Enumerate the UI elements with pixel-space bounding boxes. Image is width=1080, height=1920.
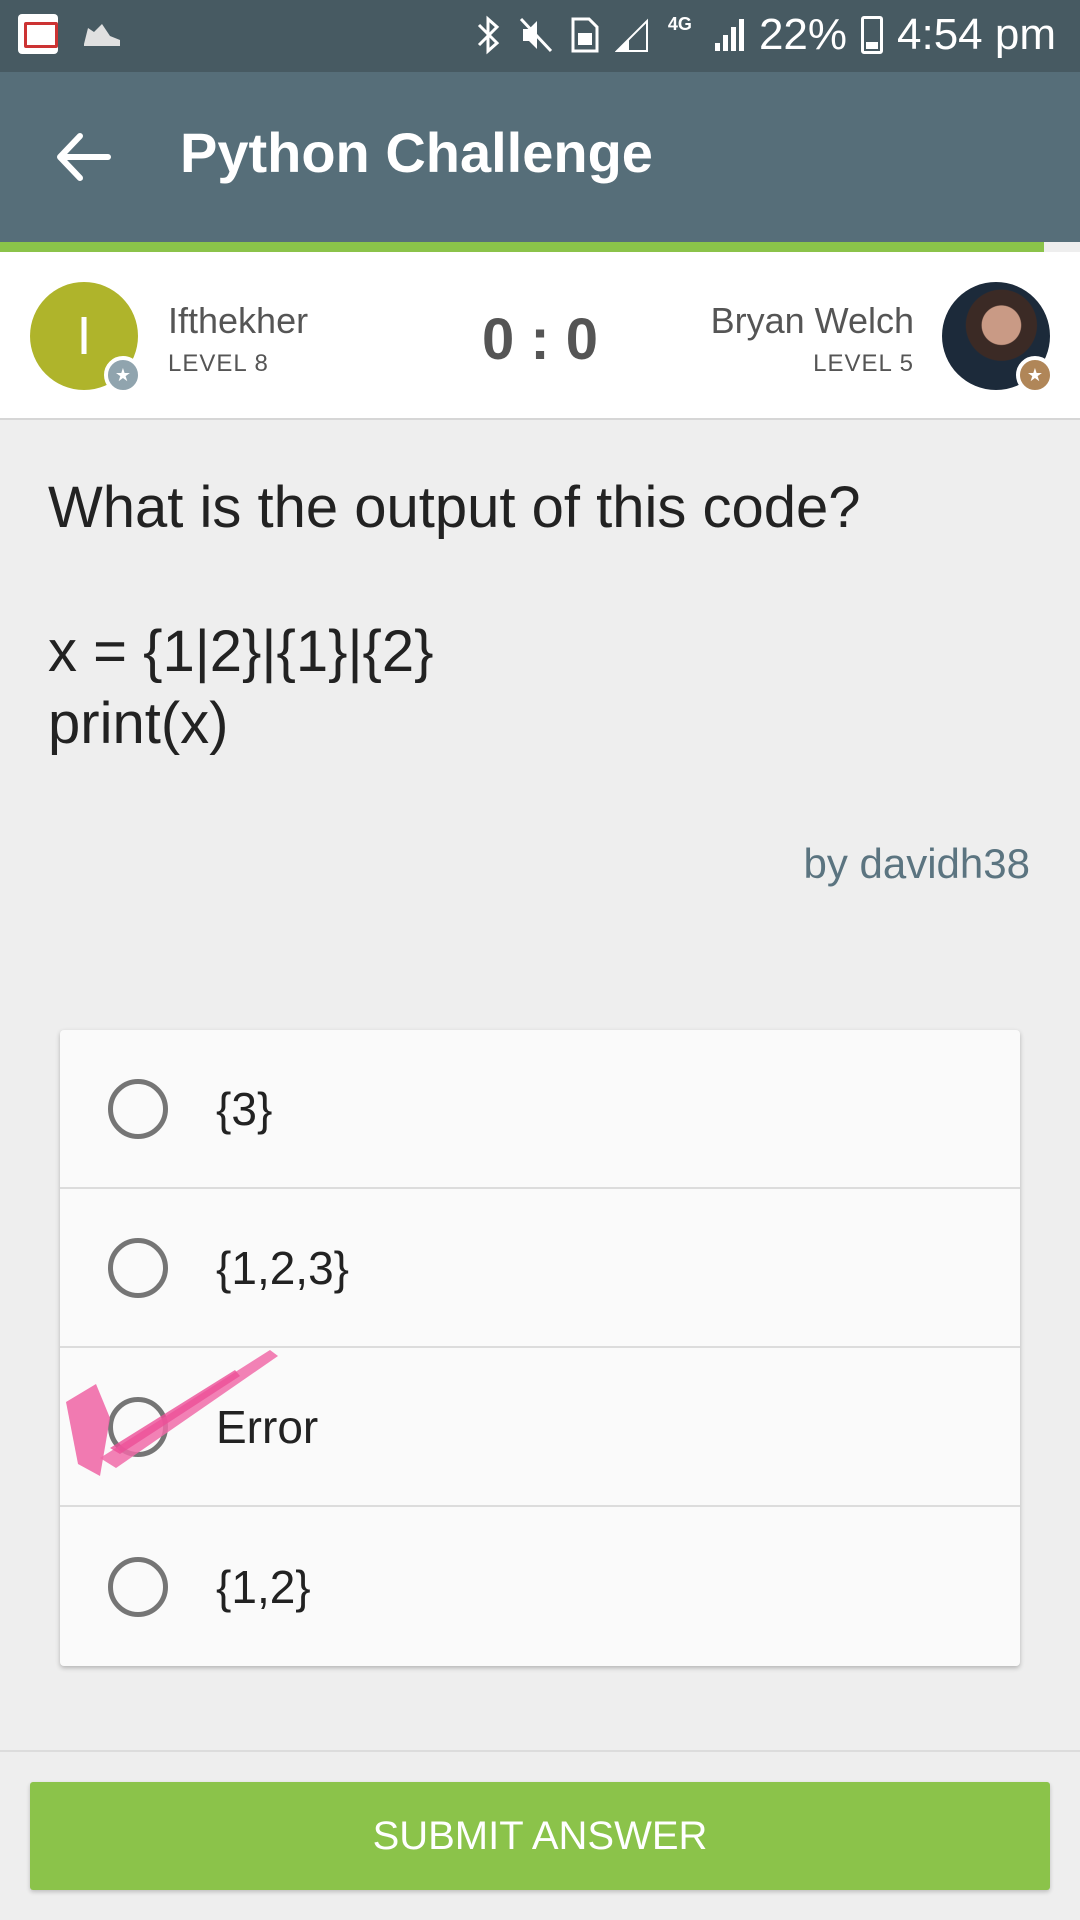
question-text: What is the output of this code? x = {1|… <box>48 475 861 756</box>
star-badge-icon: ★ <box>1016 356 1054 394</box>
status-time: 4:54 pm <box>897 10 1056 59</box>
sim-icon <box>567 15 601 55</box>
players-panel: I ★ Ifthekher LEVEL 8 0 : 0 Bryan Welch … <box>0 252 1080 420</box>
score: 0 : 0 <box>481 307 599 372</box>
option-label: {1,2} <box>216 1560 311 1613</box>
back-button[interactable] <box>48 122 118 192</box>
option-label: {1,2,3} <box>216 1241 350 1294</box>
battery-percent: 22% <box>758 10 848 59</box>
option-item[interactable]: {3} <box>60 1030 1020 1189</box>
radio-button[interactable] <box>108 1556 168 1617</box>
radio-button[interactable] <box>108 1237 168 1298</box>
status-bar: 4G 22% 4:54 pm <box>0 0 1080 72</box>
signal-icon <box>711 15 745 55</box>
mute-icon <box>519 15 553 55</box>
battery-icon <box>861 16 884 54</box>
radio-button[interactable] <box>108 1078 168 1139</box>
player-right-avatar[interactable]: ★ <box>942 282 1054 394</box>
option-item[interactable]: {1,2,3} <box>60 1189 1020 1348</box>
progress-bar <box>0 242 1044 252</box>
arrow-left-icon <box>57 133 111 181</box>
option-item[interactable]: {1,2} <box>60 1507 1020 1666</box>
submit-answer-button[interactable]: SUBMIT ANSWER <box>30 1782 1050 1890</box>
4g-icon: 4G <box>667 14 692 34</box>
question-author: by davidh38 <box>803 840 1030 887</box>
app-bar: Python Challenge <box>0 72 1080 242</box>
player-right-level: LEVEL 5 <box>813 350 914 377</box>
player-right-name: Bryan Welch <box>710 300 914 341</box>
bluetooth-icon <box>471 15 505 55</box>
signal-icon <box>614 15 649 55</box>
option-label: Error <box>216 1400 319 1453</box>
radio-button[interactable] <box>108 1396 168 1457</box>
answer-options: {3} {1,2,3} Error {1,2} <box>60 1030 1020 1666</box>
page-title: Python Challenge <box>180 121 653 184</box>
option-item[interactable]: Error <box>60 1348 1020 1507</box>
news-app-icon <box>18 14 58 54</box>
shoe-app-icon <box>80 14 124 54</box>
option-label: {3} <box>216 1082 273 1135</box>
